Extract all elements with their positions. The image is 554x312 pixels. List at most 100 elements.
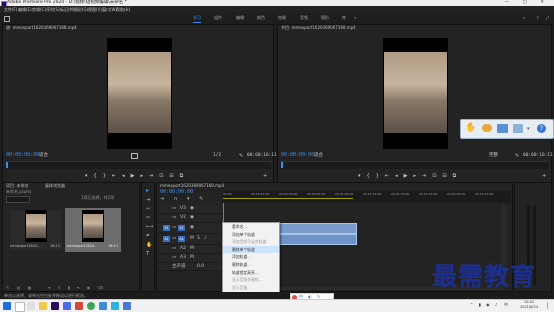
track-header-a3[interactable]: ▭ A3 M bbox=[157, 254, 223, 263]
mute-icon[interactable]: M bbox=[190, 246, 194, 252]
mic-icon[interactable]: ♪ bbox=[204, 236, 207, 242]
screen-icon[interactable] bbox=[513, 124, 523, 133]
menu-item-rename[interactable]: 重命名... bbox=[223, 223, 279, 231]
step-forward-icon[interactable]: ▸ bbox=[140, 173, 149, 179]
workspace-more-icon[interactable]: » bbox=[354, 13, 356, 23]
menu-clip[interactable]: 剪辑(C) bbox=[32, 6, 46, 13]
go-to-out-icon[interactable]: ⇥ bbox=[149, 173, 159, 179]
maximize-button[interactable]: □ bbox=[523, 0, 533, 5]
source-video-viewer[interactable] bbox=[107, 38, 172, 149]
program-time-ruler[interactable] bbox=[280, 161, 548, 169]
menu-window[interactable]: 窗口(W) bbox=[102, 6, 117, 13]
menu-item-add-track[interactable]: 添加单个轨道 bbox=[223, 231, 279, 239]
source-add-button[interactable]: + bbox=[263, 172, 267, 180]
mute-icon[interactable]: M bbox=[190, 255, 194, 261]
close-button[interactable]: ✕ bbox=[540, 0, 550, 5]
clock[interactable]: 10:52 2021/6/24 bbox=[520, 300, 538, 310]
source-patch-a1[interactable]: A1 bbox=[163, 236, 170, 242]
track-label[interactable]: A1 bbox=[178, 236, 185, 242]
menu-graphics[interactable]: 图形(G) bbox=[74, 6, 88, 13]
media-browser-tab[interactable]: 媒体浏览器 bbox=[45, 183, 65, 189]
program-video-viewer[interactable] bbox=[383, 38, 448, 149]
workspace-tab-assembly[interactable]: 组件 bbox=[214, 13, 222, 23]
source-time-ruler[interactable] bbox=[5, 161, 271, 169]
track-lock-icon[interactable]: ▭ bbox=[172, 225, 176, 231]
program-play-icon[interactable]: ▶ bbox=[404, 173, 414, 179]
step-back-frame-icon[interactable]: ◂ bbox=[122, 173, 131, 179]
menu-item-add-submix-track[interactable]: 添加音频子混合轨道 bbox=[223, 238, 279, 246]
program-resolution-dropdown[interactable]: 完整 bbox=[489, 152, 498, 159]
track-header-v1[interactable]: V1 ▭ V1 ◉ bbox=[157, 223, 223, 234]
track-lock-icon[interactable]: ▭ bbox=[172, 236, 176, 242]
timeline-timecode[interactable]: 00:00:00:00 bbox=[160, 189, 193, 196]
start-icon[interactable] bbox=[3, 302, 11, 310]
menu-sequence[interactable]: 序列(S) bbox=[46, 6, 60, 13]
track-label[interactable]: V1 bbox=[178, 225, 185, 231]
program-mark-out-icon[interactable]: { bbox=[367, 173, 376, 179]
program-add-button[interactable]: + bbox=[542, 172, 546, 180]
program-timecode[interactable]: 00:00:00:00 bbox=[281, 152, 314, 159]
menu-item-add-tracks[interactable]: 添加轨道... bbox=[223, 253, 279, 261]
workspace-tab-libraries[interactable]: 库 bbox=[342, 13, 346, 23]
expand-icon[interactable]: ⤢ bbox=[546, 13, 549, 23]
menu-marker[interactable]: 标记(M) bbox=[60, 6, 75, 13]
share-icon[interactable]: ⇪ bbox=[536, 13, 539, 23]
track-visibility-icon[interactable]: ◉ bbox=[190, 215, 194, 221]
timeline-ruler[interactable]: 00:00 00:00:15:00 00:00:30:00 00:00:45:0… bbox=[223, 191, 511, 203]
home-icon[interactable] bbox=[4, 16, 10, 22]
show-desktop-button[interactable] bbox=[547, 302, 552, 309]
program-step-forward-icon[interactable]: ▸ bbox=[413, 173, 422, 179]
track-lock-icon[interactable]: ▭ bbox=[172, 206, 176, 212]
workspace-tab-color[interactable]: 颜色 bbox=[257, 13, 265, 23]
play-icon[interactable]: ▶ bbox=[131, 173, 141, 179]
minimize-button[interactable]: — bbox=[505, 0, 516, 5]
folder-icon[interactable] bbox=[497, 124, 508, 133]
menu-edit[interactable]: 编辑(E) bbox=[18, 6, 32, 13]
menu-view[interactable]: 视图(V) bbox=[88, 6, 102, 13]
work-area-bar[interactable] bbox=[223, 198, 353, 199]
menu-help[interactable]: 帮助(H) bbox=[116, 6, 130, 13]
program-wrench-icon[interactable]: ✎ bbox=[515, 153, 519, 159]
master-volume-value[interactable]: 0.0 bbox=[197, 264, 204, 270]
project-item-selected[interactable]: mmexport1620... 16:11 bbox=[65, 208, 121, 252]
program-in-icon[interactable]: } bbox=[376, 173, 385, 179]
menu-file[interactable]: 文件(F) bbox=[4, 6, 17, 13]
track-lock-icon[interactable]: ▭ bbox=[172, 255, 176, 261]
timeline-tools[interactable]: ⇥ ∩ ▾ ✎ bbox=[160, 196, 207, 202]
go-to-in-icon[interactable]: ⇤ bbox=[112, 173, 122, 179]
search-icon[interactable]: ⌕ bbox=[523, 13, 525, 23]
program-export-frame-icon[interactable]: ⧉ bbox=[453, 173, 463, 179]
lift-icon[interactable]: ⊡ bbox=[432, 173, 442, 179]
program-step-back-icon[interactable]: ◂ bbox=[395, 173, 404, 179]
master-track-header[interactable]: 主声道 0.0 bbox=[157, 263, 223, 271]
source-settings-icon[interactable] bbox=[131, 153, 138, 159]
program-go-to-in-icon[interactable]: ⇤ bbox=[385, 173, 395, 179]
browser-icon[interactable] bbox=[87, 302, 95, 310]
program-fit-dropdown[interactable]: 适合 bbox=[314, 152, 323, 159]
overwrite-icon[interactable]: ⊟ bbox=[169, 173, 179, 179]
project-search-input[interactable] bbox=[6, 196, 30, 203]
source-transport-controls[interactable]: ▾{}⇤◂▶▸⇥⊡⊟⧉ bbox=[85, 172, 189, 180]
track-lock-icon[interactable]: ▭ bbox=[172, 246, 176, 252]
ripple-edit-tool-icon[interactable]: ⇿ bbox=[146, 206, 150, 212]
track-header-v3[interactable]: ▭ V3 ◉ bbox=[157, 205, 223, 214]
track-lock-icon[interactable]: ▭ bbox=[172, 215, 176, 221]
app-icon-4[interactable] bbox=[111, 302, 119, 310]
mark-out-icon[interactable]: { bbox=[94, 173, 103, 179]
menu-item-track-lock[interactable]: 轨道锁定高亮... bbox=[223, 269, 279, 277]
pen-tool-icon[interactable]: ✒ bbox=[146, 233, 150, 239]
mute-icon[interactable]: M bbox=[190, 236, 194, 242]
extract-icon[interactable]: ⊟ bbox=[442, 173, 452, 179]
dropdown-arrow-icon[interactable]: ▾ bbox=[527, 126, 530, 132]
workspace-tab-edit[interactable]: 编辑 bbox=[236, 13, 244, 23]
source-playhead[interactable] bbox=[6, 162, 8, 168]
hand-icon[interactable]: ✋ bbox=[465, 123, 476, 134]
program-playhead[interactable] bbox=[281, 162, 283, 168]
step-back-icon[interactable]: } bbox=[103, 173, 112, 179]
program-go-to-out-icon[interactable]: ⇥ bbox=[422, 173, 432, 179]
help-icon[interactable]: ? bbox=[537, 124, 546, 133]
insert-icon[interactable]: ⊡ bbox=[159, 173, 169, 179]
program-transport-controls[interactable]: ▾{}⇤◂▶▸⇥⊡⊟⧉ bbox=[358, 172, 462, 180]
track-visibility-icon[interactable]: ◉ bbox=[190, 206, 194, 212]
premiere-taskbar-icon[interactable] bbox=[51, 302, 59, 310]
